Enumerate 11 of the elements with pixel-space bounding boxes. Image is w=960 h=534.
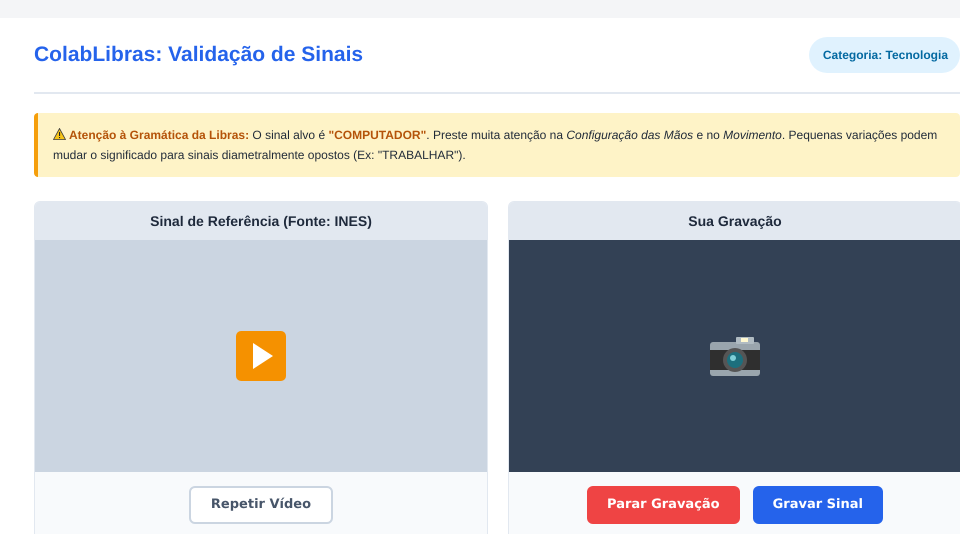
- grammar-alert: Atenção à Gramática da Libras: O sinal alvo é "COMPUTADOR". Preste muita atenção na Configuração das Mãos e no Movimento. Pequenas variações podem mudar o significado para sinais diametralmente opostos (Ex: "TRABALHAR").: [34, 113, 960, 177]
- panel-header: Sinal de Referência (Fonte: INES): [35, 202, 487, 240]
- action-button[interactable]: Repetir Vídeo: [188, 486, 334, 524]
- play-icon: [235, 330, 287, 382]
- warning-icon: [53, 128, 66, 140]
- action-button[interactable]: Parar Gravação: [587, 486, 740, 524]
- panel-header: Sua Gravação: [509, 202, 960, 240]
- action-button[interactable]: Gravar Sinal: [752, 486, 883, 524]
- page-title: ColabLibras: Validação de Sinais: [34, 42, 364, 68]
- camera-icon: [708, 334, 762, 378]
- category-badge: Categoria: Tecnologia: [808, 37, 960, 73]
